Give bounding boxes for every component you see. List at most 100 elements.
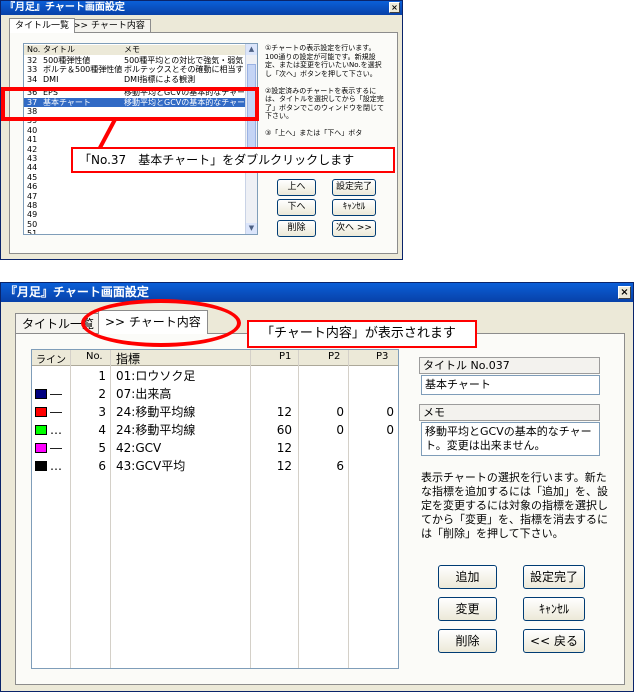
indicator-number: 5 [98, 441, 106, 455]
line-style: ― [50, 405, 62, 419]
bottom-window: 『月足』チャート画面設定 × タイトル一覧 >> チャート内容 ライン No. … [0, 282, 634, 692]
row-number: 34 [27, 74, 38, 84]
title-list-row[interactable]: 48 [24, 201, 245, 210]
line-color-swatch [35, 461, 47, 471]
row-number: 40 [27, 125, 38, 135]
col-title-header: タイトル [43, 45, 75, 54]
scroll-up-arrow-icon[interactable]: ▲ [246, 44, 257, 55]
line-style: ― [50, 441, 62, 455]
title-list-row[interactable]: 33 ボルテ＆500種弾性値 ボルテックスとその確動に相当する [24, 65, 245, 74]
indicator-number: 3 [98, 405, 106, 419]
row-number: 46 [27, 182, 38, 192]
col-no-header: No. [27, 45, 41, 54]
top-window-title: 『月足』チャート画面設定 [5, 2, 125, 13]
row-memo: DMI指標による観測 [124, 74, 196, 84]
row-memo: ボルテックスとその確動に相当する [124, 65, 244, 75]
top-instructions: ①チャートの表示設定を行います。100通りの設定が可能です。新規設定、または変更… [265, 44, 384, 137]
row-number: 51 [27, 229, 38, 235]
line-style: … [50, 459, 62, 473]
param-p2: 0 [336, 405, 344, 419]
bottom-titlebar: 『月足』チャート画面設定 × [1, 283, 633, 302]
title-list-row[interactable]: 40 [24, 126, 245, 135]
top-callout: 「No.37 基本チャート」をダブルクリックします [71, 147, 395, 173]
param-p2: 0 [336, 423, 344, 437]
memo-field[interactable]: 移動平均とGCVの基本的なチャート。変更は出来ません。 [421, 422, 600, 456]
back-button[interactable]: << 戻る [523, 629, 585, 653]
title-list-row[interactable]: 34 DMI DMI指標による観測 [24, 75, 245, 84]
line-style: … [50, 423, 62, 437]
top-close-button[interactable]: × [389, 2, 400, 13]
col-indicator-header: 指標 [116, 352, 141, 366]
title-list-row[interactable]: 49 [24, 210, 245, 219]
title-list-row[interactable]: 32 500種弾性値 500種平均との対比で強気・弱気を [24, 56, 245, 65]
top-titlebar: 『月足』チャート画面設定 × [1, 1, 402, 15]
title-list-row[interactable]: 46 [24, 182, 245, 191]
indicator-row[interactable]: ― 2 07:出来高 [32, 386, 398, 403]
row-number: 47 [27, 191, 38, 201]
title-list-row[interactable]: 51 [24, 229, 245, 235]
param-p1: 60 [276, 423, 292, 437]
col-no-header: No. [86, 351, 103, 362]
bottom-window-title: 『月足』チャート画面設定 [5, 285, 149, 299]
bottom-done-button[interactable]: 設定完了 [523, 565, 585, 589]
col-p3-header: P3 [376, 351, 389, 362]
title-list[interactable]: No. タイトル メモ 32 500種弾性値 500種平均との対比で強気・弱気を 33… [23, 43, 258, 235]
title-field[interactable]: 基本チャート [421, 375, 600, 395]
col-line-header: ライン [36, 355, 66, 366]
param-p2: 6 [336, 459, 344, 473]
indicator-number: 1 [98, 369, 106, 383]
row-number: 41 [27, 135, 38, 145]
param-p1: 12 [276, 459, 292, 473]
scroll-down-arrow-icon[interactable]: ▼ [246, 223, 257, 234]
bottom-instructions: 表示チャートの選択を行います。新たな指標を追加するには「追加」を、設定を変更する… [421, 471, 608, 540]
indicator-name: 07:出来高 [116, 387, 172, 401]
row-title: DMI [43, 74, 59, 84]
indicator-row[interactable]: ― 5 42:GCV 12 [32, 440, 398, 457]
top-cancel-button[interactable]: ｷｬﾝｾﾙ [332, 199, 376, 216]
row-number: 44 [27, 163, 38, 173]
title-list-row[interactable]: 47 [24, 192, 245, 201]
row-title: 500種弾性値 [43, 56, 91, 65]
col-p2-header: P2 [328, 351, 341, 362]
col-p1-header: P1 [279, 351, 292, 362]
row-number: 42 [27, 144, 38, 154]
indicator-name: 24:移動平均線 [116, 405, 196, 419]
bottom-delete-button[interactable]: 削除 [438, 629, 497, 653]
bottom-cancel-button[interactable]: ｷｬﾝｾﾙ [523, 597, 585, 621]
next-button[interactable]: 次へ >> [332, 220, 376, 237]
top-tab-title-list[interactable]: タイトル一覧 [9, 18, 76, 33]
indicator-row[interactable]: … 6 43:GCV平均 12 6 [32, 458, 398, 475]
bottom-close-button[interactable]: × [618, 286, 631, 299]
row-title: ボルテ＆500種弾性値 [43, 65, 123, 75]
indicator-name: 42:GCV [116, 441, 162, 455]
top-tab-chart-contents[interactable]: >> チャート内容 [67, 19, 151, 33]
row-number: 45 [27, 172, 38, 182]
title-list-row[interactable]: 41 [24, 135, 245, 144]
row-number: 48 [27, 201, 38, 210]
line-color-swatch [35, 407, 47, 417]
line-color-swatch [35, 389, 47, 399]
indicator-row[interactable]: ― 3 24:移動平均線 12 0 0 [32, 404, 398, 421]
indicator-row[interactable]: … 4 24:移動平均線 60 0 0 [32, 422, 398, 439]
title-list-scrollbar[interactable]: ▲ ▼ [245, 44, 257, 234]
row-memo: 500種平均との対比で強気・弱気を [124, 56, 244, 65]
change-button[interactable]: 変更 [438, 597, 497, 621]
param-p1: 12 [276, 405, 292, 419]
top-delete-button[interactable]: 削除 [277, 220, 316, 237]
indicator-number: 2 [98, 387, 106, 401]
title-list-row[interactable]: 50 [24, 220, 245, 229]
col-memo-header: メモ [124, 45, 140, 54]
title-list-row[interactable]: 45 [24, 173, 245, 182]
line-color-swatch [35, 425, 47, 435]
indicator-table[interactable]: ライン No. 指標 P1 P2 P3 1 01:ロウソク足 ― 2 07:出来高 ― 3 2… [31, 349, 399, 669]
indicator-row[interactable]: 1 01:ロウソク足 [32, 368, 398, 385]
line-style: ― [50, 387, 62, 401]
down-button[interactable]: 下へ [277, 199, 316, 216]
up-button[interactable]: 上へ [277, 179, 316, 196]
top-done-button[interactable]: 設定完了 [332, 179, 376, 196]
add-button[interactable]: 追加 [438, 565, 497, 589]
param-p3: 0 [386, 405, 394, 419]
indicator-name: 24:移動平均線 [116, 423, 196, 437]
indicator-number: 4 [98, 423, 106, 437]
title-field-label: タイトル No.037 [419, 357, 600, 374]
